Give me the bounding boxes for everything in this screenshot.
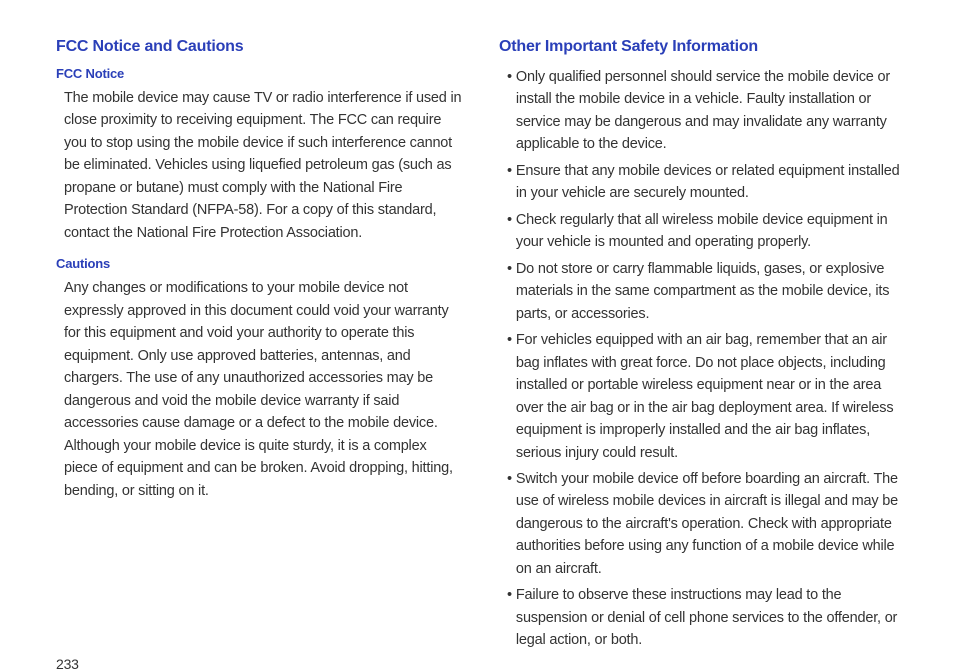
fcc-notice-body: The mobile device may cause TV or radio … (56, 87, 463, 244)
safety-bullet-list: •Only qualified personnel should service… (499, 66, 906, 652)
list-item: •Check regularly that all wireless mobil… (507, 209, 906, 254)
list-item: •For vehicles equipped with an air bag, … (507, 329, 906, 464)
bullet-icon: • (507, 468, 512, 580)
fcc-notice-subheading: FCC Notice (56, 66, 463, 81)
list-item-text: Only qualified personnel should service … (516, 66, 906, 156)
list-item: •Failure to observe these instructions m… (507, 584, 906, 651)
bullet-icon: • (507, 66, 512, 156)
bullet-icon: • (507, 584, 512, 651)
list-item: •Do not store or carry flammable liquids… (507, 258, 906, 325)
cautions-body: Any changes or modifications to your mob… (56, 277, 463, 502)
left-column: FCC Notice and Cautions FCC Notice The m… (56, 38, 463, 656)
list-item: •Only qualified personnel should service… (507, 66, 906, 156)
bullet-icon: • (507, 329, 512, 464)
bullet-icon: • (507, 160, 512, 205)
list-item: •Switch your mobile device off before bo… (507, 468, 906, 580)
list-item-text: Ensure that any mobile devices or relate… (516, 160, 906, 205)
right-column: Other Important Safety Information •Only… (499, 38, 906, 656)
list-item-text: Do not store or carry flammable liquids,… (516, 258, 906, 325)
list-item: •Ensure that any mobile devices or relat… (507, 160, 906, 205)
bullet-icon: • (507, 258, 512, 325)
other-safety-heading: Other Important Safety Information (499, 38, 906, 56)
content-area: FCC Notice and Cautions FCC Notice The m… (56, 38, 906, 656)
cautions-subheading: Cautions (56, 256, 463, 271)
list-item-text: For vehicles equipped with an air bag, r… (516, 329, 906, 464)
fcc-notice-cautions-heading: FCC Notice and Cautions (56, 38, 463, 56)
list-item-text: Check regularly that all wireless mobile… (516, 209, 906, 254)
list-item-text: Switch your mobile device off before boa… (516, 468, 906, 580)
list-item-text: Failure to observe these instructions ma… (516, 584, 906, 651)
bullet-icon: • (507, 209, 512, 254)
page-number: 233 (56, 656, 906, 672)
